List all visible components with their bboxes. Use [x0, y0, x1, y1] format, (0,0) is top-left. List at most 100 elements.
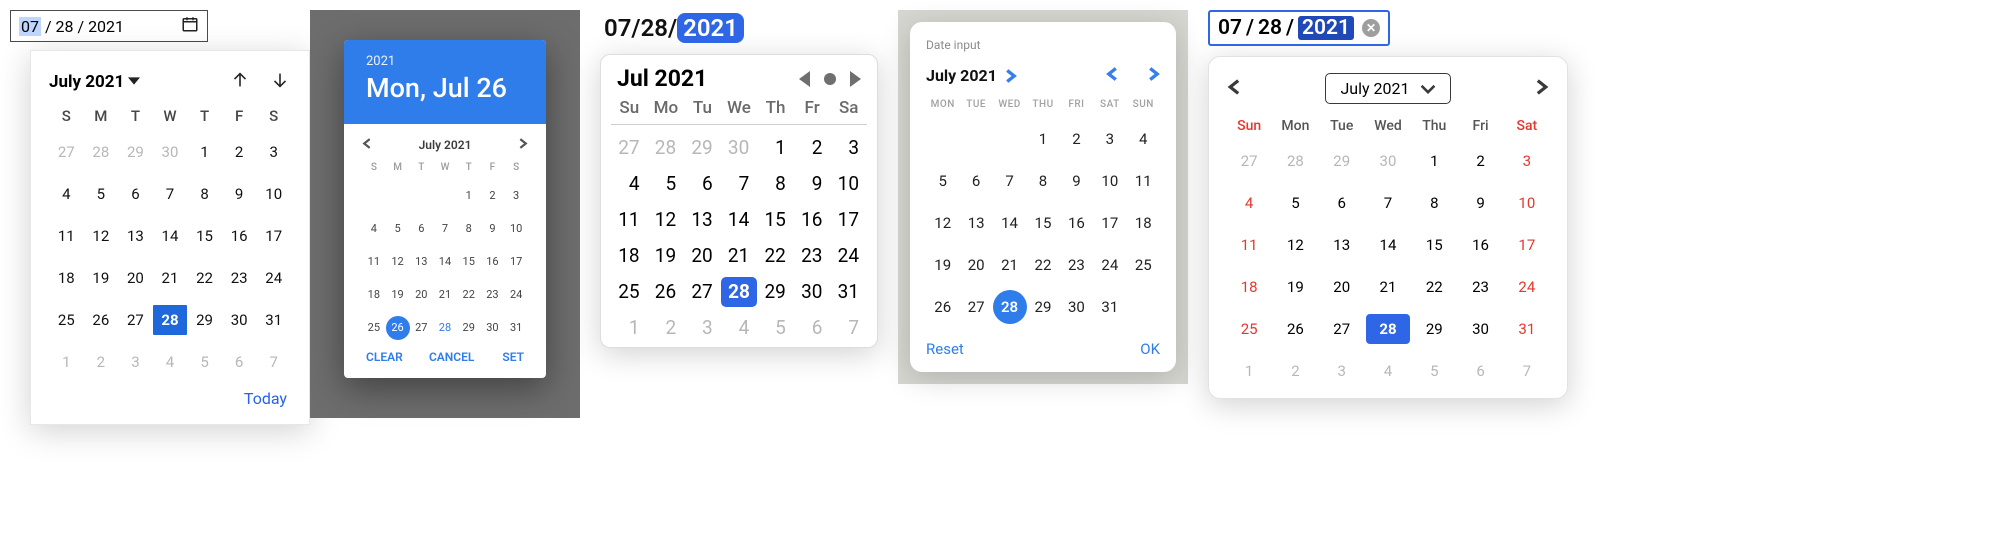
day[interactable]: 18: [1127, 210, 1160, 236]
day[interactable]: 15: [1026, 210, 1059, 236]
day[interactable]: 4: [1227, 188, 1271, 218]
day[interactable]: 31: [1093, 294, 1126, 320]
day[interactable]: 13: [1320, 230, 1364, 260]
day[interactable]: 17: [830, 205, 867, 235]
day[interactable]: 30: [481, 318, 505, 338]
day[interactable]: 8: [1026, 168, 1059, 194]
day[interactable]: 5: [648, 169, 685, 199]
calendar-icon[interactable]: [181, 15, 199, 37]
day[interactable]: 7: [1366, 188, 1410, 218]
today-button[interactable]: Today: [49, 377, 291, 414]
day[interactable]: 1: [757, 133, 794, 163]
day[interactable]: 25: [362, 318, 386, 338]
day[interactable]: 21: [1366, 272, 1410, 302]
day[interactable]: 8: [1412, 188, 1456, 218]
day[interactable]: 12: [1273, 230, 1317, 260]
day[interactable]: 26: [84, 305, 119, 335]
day[interactable]: 29: [1026, 294, 1059, 320]
day[interactable]: 24: [830, 241, 867, 271]
day[interactable]: 10: [1093, 168, 1126, 194]
day-selected[interactable]: 28: [721, 277, 758, 307]
day[interactable]: 5: [84, 179, 119, 209]
day[interactable]: 16: [481, 252, 505, 272]
date-input[interactable]: 07/28/2021: [600, 10, 878, 48]
day[interactable]: 27: [1227, 146, 1271, 176]
prev-month-button[interactable]: [799, 71, 810, 87]
day[interactable]: 13: [409, 252, 433, 272]
day[interactable]: 7: [830, 313, 867, 343]
day[interactable]: 7: [1505, 356, 1549, 386]
date-input[interactable]: 07 / 28 / 2021: [10, 10, 208, 42]
day[interactable]: 31: [504, 318, 528, 338]
day[interactable]: 15: [1412, 230, 1456, 260]
day[interactable]: 14: [1366, 230, 1410, 260]
day[interactable]: 4: [153, 347, 188, 377]
day[interactable]: 6: [118, 179, 153, 209]
day[interactable]: 4: [721, 313, 758, 343]
day[interactable]: 29: [684, 133, 721, 163]
day[interactable]: 5: [1273, 188, 1317, 218]
day[interactable]: 12: [926, 210, 959, 236]
day[interactable]: 3: [1505, 146, 1549, 176]
day[interactable]: 10: [830, 169, 867, 199]
day[interactable]: 3: [504, 186, 528, 206]
day[interactable]: 16: [222, 221, 257, 251]
day[interactable]: 13: [959, 210, 992, 236]
day[interactable]: 25: [1227, 314, 1271, 344]
day[interactable]: 18: [1227, 272, 1271, 302]
day[interactable]: 17: [1505, 230, 1549, 260]
day[interactable]: 28: [84, 137, 119, 167]
day[interactable]: 27: [611, 133, 648, 163]
day[interactable]: 22: [457, 285, 481, 305]
next-month-button[interactable]: [1533, 79, 1549, 99]
day[interactable]: 20: [959, 252, 992, 278]
day[interactable]: 22: [1412, 272, 1456, 302]
banner-year[interactable]: 2021: [366, 54, 524, 69]
day[interactable]: 23: [481, 285, 505, 305]
day[interactable]: 18: [362, 285, 386, 305]
day[interactable]: 4: [362, 219, 386, 239]
day[interactable]: 7: [993, 168, 1026, 194]
day[interactable]: 17: [504, 252, 528, 272]
day[interactable]: 27: [409, 318, 433, 338]
day[interactable]: 17: [1093, 210, 1126, 236]
day[interactable]: 11: [611, 205, 648, 235]
day[interactable]: 27: [684, 277, 721, 307]
day[interactable]: 14: [433, 252, 457, 272]
day[interactable]: 16: [1458, 230, 1502, 260]
day[interactable]: 1: [611, 313, 648, 343]
day[interactable]: 21: [721, 241, 758, 271]
day-selected[interactable]: 28: [993, 294, 1026, 320]
day[interactable]: 14: [153, 221, 188, 251]
day[interactable]: 8: [757, 169, 794, 199]
next-month-button[interactable]: [1146, 66, 1160, 85]
day[interactable]: 20: [684, 241, 721, 271]
day[interactable]: 3: [1093, 126, 1126, 152]
day[interactable]: 5: [386, 219, 410, 239]
day[interactable]: 6: [684, 169, 721, 199]
day[interactable]: 27: [959, 294, 992, 320]
day[interactable]: 15: [757, 205, 794, 235]
day[interactable]: 28: [433, 318, 457, 338]
prev-month-button[interactable]: [229, 69, 251, 95]
day[interactable]: 9: [222, 179, 257, 209]
day[interactable]: 18: [611, 241, 648, 271]
day[interactable]: 3: [830, 133, 867, 163]
day[interactable]: 2: [648, 313, 685, 343]
day[interactable]: 25: [1127, 252, 1160, 278]
day[interactable]: 15: [187, 221, 222, 251]
day[interactable]: 2: [1060, 126, 1093, 152]
day[interactable]: 30: [1366, 146, 1410, 176]
day[interactable]: 4: [1127, 126, 1160, 152]
set-button[interactable]: SET: [502, 350, 524, 364]
month-title[interactable]: Jul 2021: [617, 65, 707, 92]
day[interactable]: 27: [49, 137, 84, 167]
clear-button[interactable]: CLEAR: [366, 350, 403, 364]
date-input-year[interactable]: 2021: [677, 13, 744, 43]
prev-month-button[interactable]: [362, 138, 373, 152]
day[interactable]: 11: [1227, 230, 1271, 260]
day[interactable]: 14: [993, 210, 1026, 236]
prev-month-button[interactable]: [1227, 79, 1243, 99]
day[interactable]: 2: [481, 186, 505, 206]
day[interactable]: 29: [1412, 314, 1456, 344]
